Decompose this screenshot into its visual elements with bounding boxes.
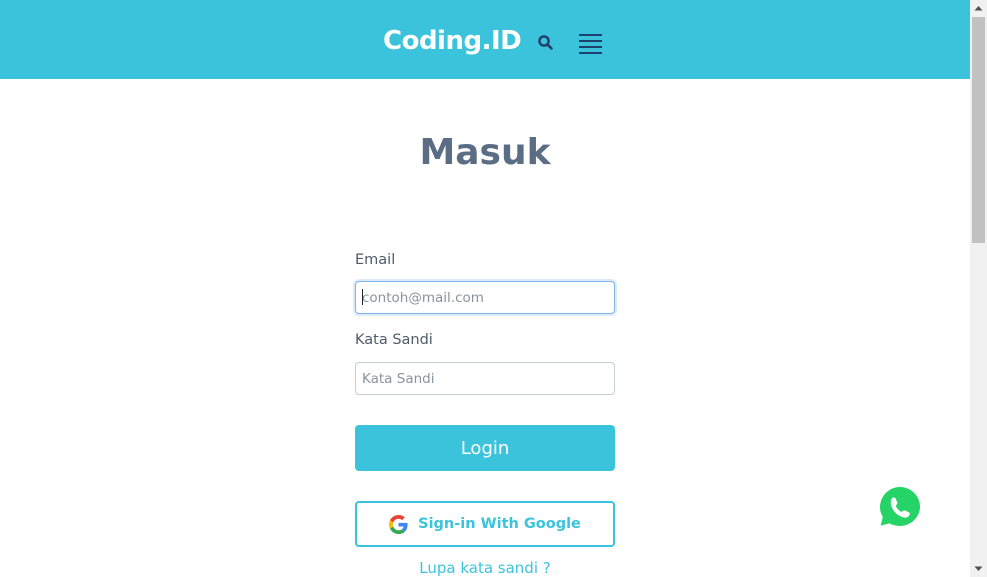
hamburger-menu-icon-line: [579, 52, 602, 54]
hamburger-menu-icon-line: [579, 40, 602, 42]
scroll-down-arrow[interactable]: [970, 560, 987, 577]
scrollbar-thumb[interactable]: [972, 17, 985, 243]
login-button[interactable]: Login: [355, 425, 615, 471]
text-cursor: [362, 289, 363, 305]
caret-up-icon: [974, 6, 983, 11]
hamburger-menu-icon-line: [579, 46, 602, 48]
email-input[interactable]: [355, 281, 615, 314]
forgot-password-link[interactable]: Lupa kata sandi ?: [0, 558, 970, 577]
password-label: Kata Sandi: [355, 332, 433, 348]
login-button-label: Login: [460, 437, 510, 459]
vertical-scrollbar[interactable]: [970, 0, 987, 577]
navbar: Coding.ID: [0, 0, 970, 79]
email-label: Email: [355, 252, 396, 268]
whatsapp-icon: [875, 482, 925, 532]
hamburger-menu-icon-line: [579, 34, 602, 36]
caret-down-icon: [974, 566, 983, 571]
hamburger-menu-button[interactable]: [579, 33, 603, 55]
search-icon: [538, 35, 553, 50]
google-icon: [389, 514, 408, 534]
google-signin-label: Sign-in With Google: [418, 516, 581, 532]
scroll-up-arrow[interactable]: [970, 0, 987, 17]
page: Coding.ID Masuk Email Kata Sandi Login: [0, 0, 970, 577]
logo[interactable]: Coding.ID: [383, 24, 522, 58]
google-signin-button[interactable]: Sign-in With Google: [355, 501, 615, 547]
password-input[interactable]: [355, 362, 615, 395]
page-title: Masuk: [419, 132, 551, 173]
search-button[interactable]: [537, 34, 555, 52]
whatsapp-button[interactable]: [874, 481, 926, 533]
